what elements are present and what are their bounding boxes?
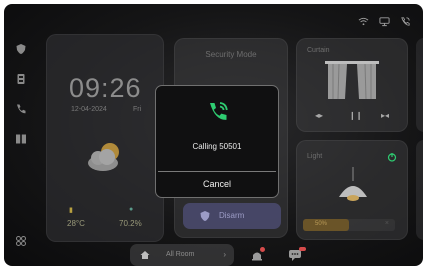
cancel-button[interactable]: Cancel xyxy=(158,172,276,197)
call-dialog: Calling 50501 Cancel xyxy=(155,85,279,198)
calling-text: Calling 50501 xyxy=(192,142,242,151)
phone-calling-icon xyxy=(210,102,228,120)
modal-overlay: Calling 50501 Cancel xyxy=(0,0,427,270)
